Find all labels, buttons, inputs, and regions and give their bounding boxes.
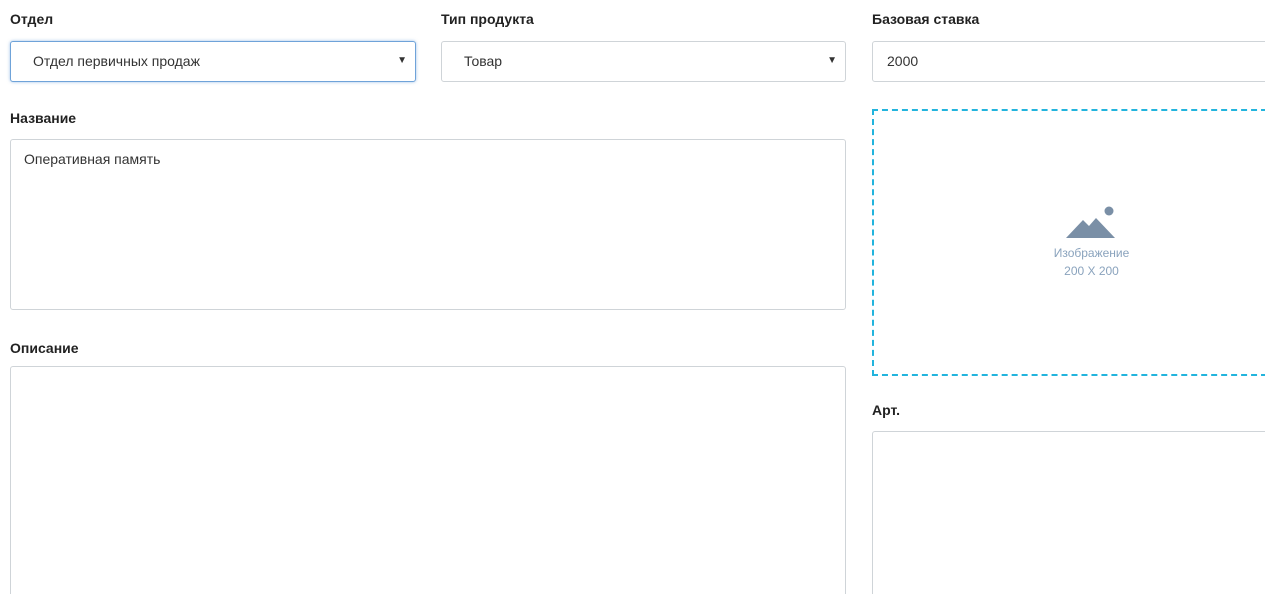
product-form: Отдел Отдел первичных продаж ▼ Тип проду…: [0, 0, 1265, 594]
dropdown-caret-icon: ▼: [827, 55, 837, 66]
base-rate-input-value: 2000: [887, 53, 919, 69]
image-placeholder-icon: [1065, 206, 1115, 238]
base-rate-label: Базовая ставка: [872, 11, 980, 27]
product-type-select-value: Товар: [464, 53, 503, 69]
department-select[interactable]: Отдел первичных продаж ▼: [10, 41, 416, 82]
department-select-value: Отдел первичных продаж: [33, 53, 200, 69]
description-label: Описание: [10, 340, 79, 356]
name-textarea[interactable]: Оперативная память: [10, 139, 846, 310]
name-textarea-value: Оперативная память: [24, 151, 161, 167]
article-textarea[interactable]: [872, 431, 1265, 594]
dropdown-caret-icon: ▼: [397, 55, 407, 66]
product-type-select[interactable]: Товар ▼: [441, 41, 846, 82]
image-placeholder-size: 200 X 200: [1064, 264, 1119, 278]
image-placeholder-text: Изображение: [1053, 246, 1130, 260]
image-placeholder: Изображение 200 X 200: [1024, 206, 1159, 280]
description-textarea[interactable]: [10, 366, 846, 594]
product-type-label: Тип продукта: [441, 11, 534, 27]
base-rate-input[interactable]: 2000: [872, 41, 1265, 82]
article-label: Арт.: [872, 402, 900, 418]
image-dropzone[interactable]: Изображение 200 X 200: [872, 109, 1265, 376]
name-label: Название: [10, 110, 77, 126]
department-label: Отдел: [10, 11, 54, 27]
